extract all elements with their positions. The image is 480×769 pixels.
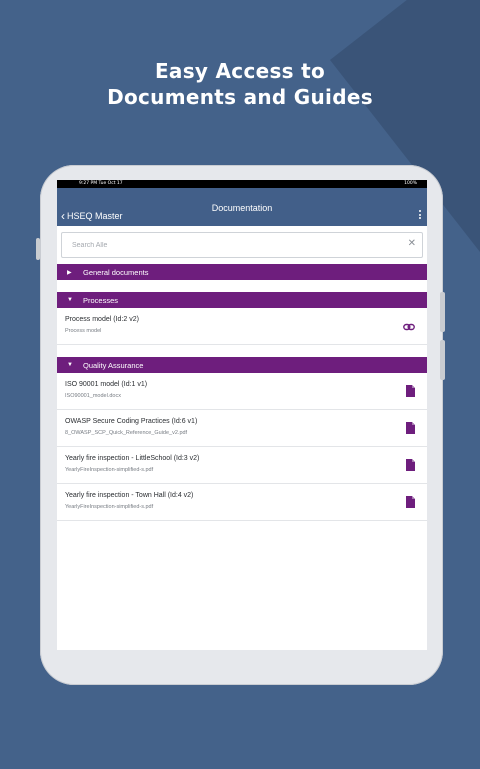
headline-line-1: Easy Access to: [154, 59, 326, 83]
device-side-button: [440, 340, 445, 380]
item-subtitle: ISO90001_model.docx: [65, 393, 121, 399]
item-title: Yearly fire inspection - Town Hall (Id:4…: [65, 492, 194, 499]
search-field[interactable]: ✕: [61, 232, 423, 258]
more-menu-icon[interactable]: [419, 210, 422, 221]
link-icon[interactable]: [403, 319, 415, 337]
device-side-button: [440, 292, 445, 332]
section-title: Processes: [83, 295, 119, 305]
item-subtitle: YearlyFireInspection-simplified-s.pdf: [65, 467, 154, 473]
search-input[interactable]: [70, 233, 404, 257]
clear-search-icon[interactable]: ✕: [408, 238, 416, 250]
status-bar: 9:27 PM Tue Oct 17 100%: [57, 180, 427, 188]
section-header-general-documents[interactable]: ▶ General documents: [57, 264, 427, 280]
app-screen: 9:27 PM Tue Oct 17 100% ‹ HSEQ Master Do…: [57, 180, 427, 650]
list-item[interactable]: OWASP Secure Coding Practices (Id:6 v1) …: [57, 410, 427, 447]
section-header-processes[interactable]: ▼ Processes: [57, 292, 427, 308]
section-spacer: [57, 280, 427, 292]
list-item[interactable]: Yearly fire inspection - LittleSchool (I…: [57, 447, 427, 484]
headline: Easy Access to Documents and Guides: [0, 58, 480, 110]
list-item[interactable]: ISO 90001 model (Id:1 v1) ISO90001_model…: [57, 373, 427, 410]
section-spacer: [57, 345, 427, 357]
file-icon[interactable]: [406, 495, 415, 513]
item-title: ISO 90001 model (Id:1 v1): [65, 381, 148, 388]
item-title: OWASP Secure Coding Practices (Id:6 v1): [65, 418, 198, 425]
item-title: Process model (Id:2 v2): [65, 316, 139, 323]
item-title: Yearly fire inspection - LittleSchool (I…: [65, 455, 200, 462]
chevron-down-icon: ▼: [67, 362, 73, 368]
status-battery: 100%: [404, 181, 417, 186]
device-side-button: [36, 238, 40, 260]
headline-line-2: Documents and Guides: [107, 85, 373, 109]
list-item[interactable]: Yearly fire inspection - Town Hall (Id:4…: [57, 484, 427, 521]
list-item[interactable]: Process model (Id:2 v2) Process model: [57, 308, 427, 345]
item-subtitle: YearlyFireInspection-simplified-s.pdf: [65, 504, 154, 510]
file-icon[interactable]: [406, 458, 415, 476]
chevron-down-icon: ▼: [67, 297, 73, 303]
item-subtitle: Process model: [65, 328, 102, 334]
chevron-right-icon: ▶: [67, 269, 72, 276]
section-title: Quality Assurance: [83, 360, 144, 370]
status-time: 9:27 PM Tue Oct 17: [79, 181, 123, 186]
item-subtitle: 8_OWASP_SCP_Quick_Reference_Guide_v2.pdf: [65, 430, 188, 436]
navigation-bar: ‹ HSEQ Master Documentation: [57, 188, 427, 226]
section-header-quality-assurance[interactable]: ▼ Quality Assurance: [57, 357, 427, 373]
file-icon[interactable]: [406, 421, 415, 439]
file-icon[interactable]: [406, 384, 415, 402]
section-title: General documents: [83, 267, 149, 277]
page-title: Documentation: [211, 203, 273, 213]
